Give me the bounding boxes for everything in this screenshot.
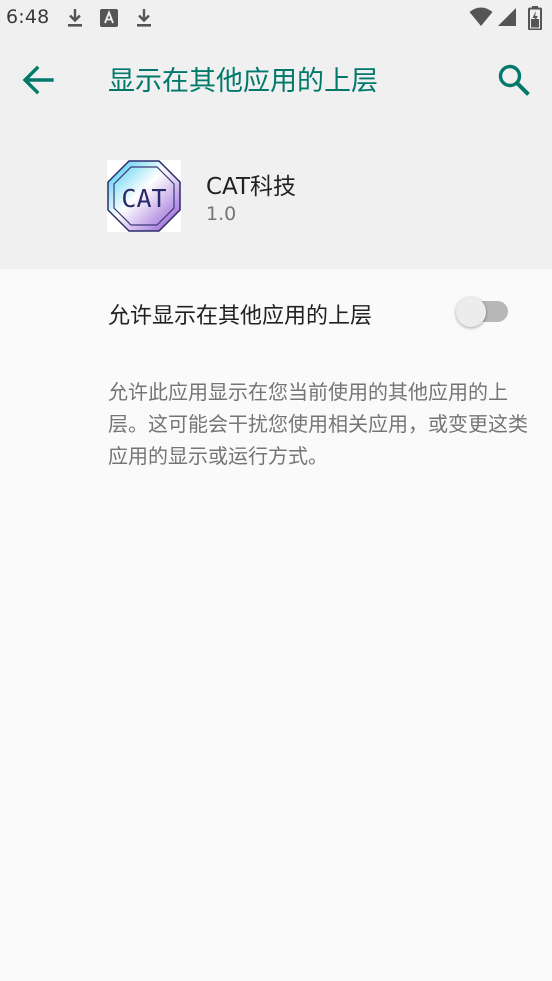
search-icon <box>494 64 534 106</box>
status-time: 6:48 <box>6 6 50 28</box>
app-logo-icon: CAT <box>107 160 181 232</box>
app-header: CAT CAT科技 1.0 <box>0 122 552 269</box>
app-bar: 显示在其他应用的上层 <box>0 36 552 122</box>
app-version: 1.0 <box>206 203 237 225</box>
download-icon <box>135 8 153 32</box>
text-a-icon <box>100 9 118 31</box>
page-title: 显示在其他应用的上层 <box>108 66 378 97</box>
cellular-signal-icon <box>497 7 517 31</box>
status-bar: 6:48 <box>0 0 552 36</box>
permission-switch[interactable] <box>456 296 512 328</box>
arrow-back-icon <box>20 65 60 106</box>
back-button[interactable] <box>20 58 60 102</box>
svg-text:CAT: CAT <box>121 184 166 213</box>
search-button[interactable] <box>494 58 534 102</box>
permission-description: 允许此应用显示在您当前使用的其他应用的上层。这可能会干扰您使用相关应用，或变更这… <box>108 380 528 468</box>
wifi-icon <box>469 7 493 31</box>
app-name: CAT科技 <box>206 174 297 200</box>
battery-icon <box>528 6 542 34</box>
permission-toggle-row[interactable]: 允许显示在其他应用的上层 <box>0 269 552 355</box>
permission-toggle-label: 允许显示在其他应用的上层 <box>108 304 373 329</box>
download-icon <box>66 8 84 32</box>
switch-thumb <box>456 297 486 327</box>
